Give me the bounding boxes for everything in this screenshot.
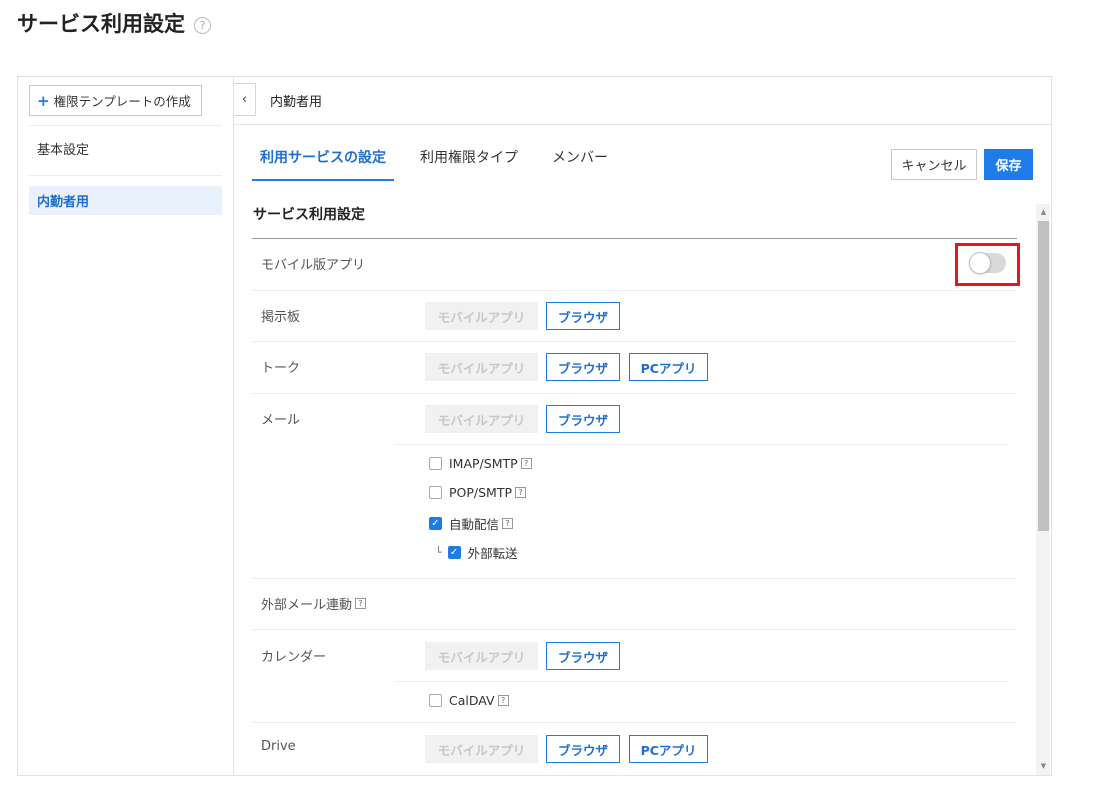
page-title-text: サービス利用設定 <box>17 12 185 36</box>
drive-browser-chip[interactable]: ブラウザ <box>546 735 620 763</box>
row-divider <box>252 722 1017 723</box>
imap-smtp-label: IMAP/SMTP <box>449 456 518 471</box>
row-divider <box>252 629 1017 630</box>
auto-delivery-option[interactable]: ✓ 自動配信 ? <box>429 514 514 533</box>
tab-service-settings[interactable]: 利用サービスの設定 <box>252 147 394 181</box>
row-divider <box>252 290 1017 291</box>
template-title: 内勤者用 <box>270 95 323 110</box>
tab-permission-type[interactable]: 利用権限タイプ <box>412 147 526 181</box>
drive-mobile-chip: モバイルアプリ <box>425 735 538 763</box>
row-divider <box>396 681 1008 682</box>
external-forward-checkbox[interactable]: ✓ <box>447 546 461 559</box>
sidebar-item-office-staff[interactable]: 内勤者用 <box>29 186 222 215</box>
board-mobile-chip: モバイルアプリ <box>425 302 538 330</box>
help-icon[interactable]: ? <box>520 458 532 469</box>
external-forward-option[interactable]: └ ✓ 外部転送 <box>435 543 518 562</box>
imap-smtp-checkbox[interactable] <box>429 457 442 470</box>
pop-smtp-label: POP/SMTP <box>449 485 513 500</box>
auto-delivery-label: 自動配信 <box>449 517 500 532</box>
row-divider <box>252 341 1017 342</box>
collapse-sidebar-button[interactable]: ‹ <box>234 83 256 116</box>
sidebar-divider <box>29 175 222 176</box>
page-title: サービス利用設定 ? <box>17 8 211 38</box>
caldav-label: CalDAV <box>449 693 495 708</box>
mobile-app-label: モバイル版アプリ <box>261 258 366 273</box>
help-icon[interactable]: ? <box>497 695 509 706</box>
settings-frame: + 権限テンプレートの作成 基本設定 内勤者用 ‹ 内勤者用 利用サービスの設定… <box>17 76 1052 776</box>
mail-label: メール <box>261 413 301 428</box>
create-template-label: 権限テンプレートの作成 <box>53 94 191 109</box>
tab-bar: 利用サービスの設定 利用権限タイプ メンバー <box>252 147 634 181</box>
template-sidebar: + 権限テンプレートの作成 基本設定 内勤者用 <box>18 77 234 775</box>
talk-browser-chip[interactable]: ブラウザ <box>546 353 620 381</box>
scrollbar-thumb[interactable] <box>1038 221 1049 531</box>
calendar-browser-chip[interactable]: ブラウザ <box>546 642 620 670</box>
mail-browser-chip[interactable]: ブラウザ <box>546 405 620 433</box>
mail-mobile-chip: モバイルアプリ <box>425 405 538 433</box>
caldav-checkbox[interactable] <box>429 694 442 707</box>
drive-label: Drive <box>261 739 296 754</box>
chevron-left-icon: ‹ <box>241 92 248 107</box>
sidebar-item-basic[interactable]: 基本設定 <box>29 134 222 163</box>
help-icon[interactable]: ? <box>355 598 367 609</box>
row-divider <box>252 578 1017 579</box>
scroll-down-icon[interactable]: ▼ <box>1038 762 1049 770</box>
calendar-label: カレンダー <box>261 650 327 665</box>
plus-icon: + <box>37 91 50 110</box>
help-icon[interactable]: ? <box>502 518 514 529</box>
talk-pc-chip[interactable]: PCアプリ <box>629 353 708 381</box>
scroll-up-icon[interactable]: ▲ <box>1038 208 1049 216</box>
row-divider <box>252 393 1017 394</box>
main-panel: ‹ 内勤者用 利用サービスの設定 利用権限タイプ メンバー キャンセル 保存 サ… <box>234 77 1051 775</box>
header-divider <box>234 124 1051 125</box>
section-divider <box>252 238 1017 239</box>
calendar-mobile-chip: モバイルアプリ <box>425 642 538 670</box>
caldav-option[interactable]: CalDAV ? <box>429 693 509 708</box>
tab-members[interactable]: メンバー <box>544 147 616 181</box>
board-browser-chip[interactable]: ブラウザ <box>546 302 620 330</box>
create-template-button[interactable]: + 権限テンプレートの作成 <box>29 85 202 116</box>
auto-delivery-checkbox[interactable]: ✓ <box>429 517 442 530</box>
help-icon[interactable]: ? <box>194 16 211 34</box>
external-forward-label: 外部転送 <box>467 546 518 561</box>
board-label: 掲示板 <box>261 310 301 325</box>
drive-pc-chip[interactable]: PCアプリ <box>629 735 708 763</box>
pop-smtp-checkbox[interactable] <box>429 486 442 499</box>
row-divider <box>396 444 1008 445</box>
help-icon[interactable]: ? <box>515 487 527 498</box>
highlight-annotation <box>955 243 1020 286</box>
section-title: サービス利用設定 <box>253 207 365 223</box>
external-mail-row: 外部メール連動 ? <box>261 594 367 613</box>
save-button[interactable]: 保存 <box>984 149 1033 180</box>
talk-mobile-chip: モバイルアプリ <box>425 353 538 381</box>
pop-smtp-option[interactable]: POP/SMTP ? <box>429 485 527 500</box>
tree-branch-icon: └ <box>435 546 442 559</box>
external-mail-label: 外部メール連動 <box>261 598 353 613</box>
cancel-button[interactable]: キャンセル <box>891 149 977 180</box>
sidebar-divider <box>29 125 222 126</box>
talk-label: トーク <box>261 361 301 376</box>
imap-smtp-option[interactable]: IMAP/SMTP ? <box>429 456 532 471</box>
